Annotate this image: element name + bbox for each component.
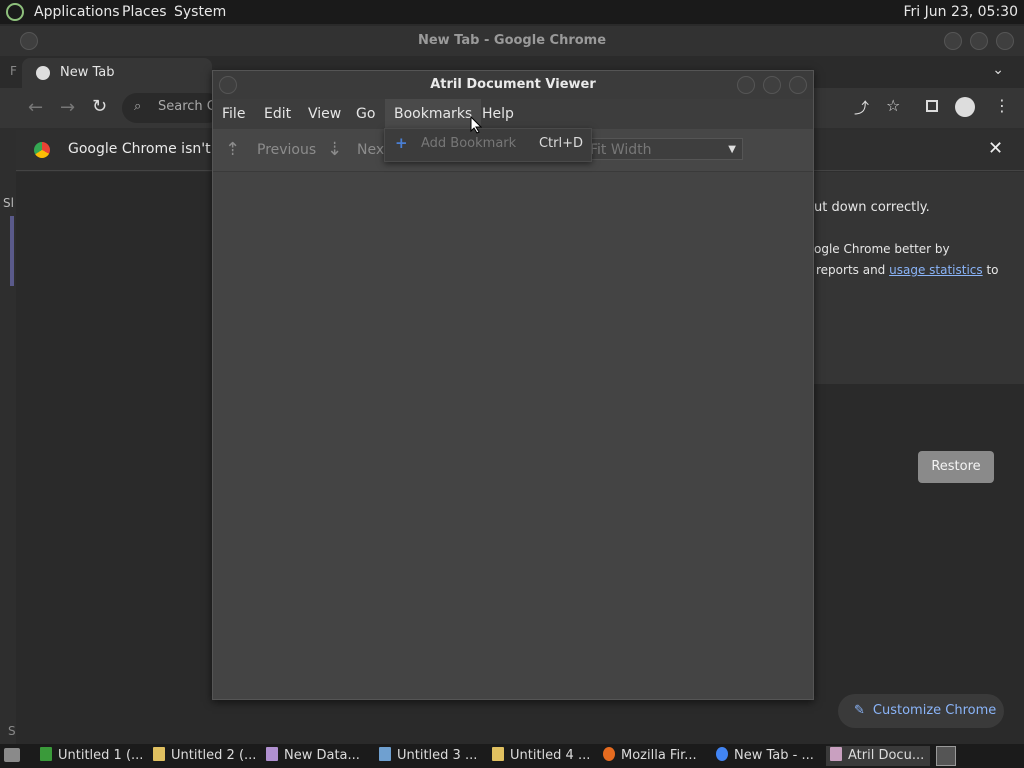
taskbar-item-untitled-1[interactable]: Untitled 1 (... — [40, 746, 143, 766]
pencil-icon: ✎ — [854, 703, 865, 718]
add-bookmark-label: Add Bookmark — [421, 136, 517, 151]
atril-window-title: Atril Document Viewer — [430, 77, 596, 92]
menu-edit[interactable]: Edit — [255, 99, 300, 129]
customize-chrome-button[interactable]: ✎ Customize Chrome — [838, 694, 1004, 728]
document-icon — [153, 747, 165, 761]
tab-title: New Tab — [60, 65, 115, 80]
add-bookmark-shortcut: Ctrl+D — [538, 136, 583, 151]
chrome-icon — [36, 66, 50, 80]
menu-go[interactable]: Go — [347, 99, 384, 129]
side-scroll-indicator — [10, 216, 14, 286]
chrome-titlebar[interactable]: New Tab - Google Chrome — [0, 26, 1024, 56]
menu-file[interactable]: File — [213, 99, 254, 129]
taskbar-item-untitled-4[interactable]: Untitled 4 ... — [492, 746, 590, 766]
document-view[interactable] — [213, 172, 813, 699]
menu-bookmarks[interactable]: Bookmarks — [385, 99, 482, 129]
add-icon: + — [395, 134, 408, 152]
close-button[interactable] — [996, 32, 1014, 50]
metrics-message-2: reports and usage statistics to — [816, 263, 999, 277]
top-panel: Applications Places System Fri Jun 23, 0… — [0, 0, 1024, 24]
next-icon[interactable]: ⇣ — [327, 129, 342, 171]
firefox-icon — [603, 747, 615, 761]
metrics-message: ogle Chrome better by — [814, 242, 950, 256]
minimize-button[interactable] — [944, 32, 962, 50]
places-menu[interactable]: Places — [122, 4, 167, 20]
atril-menubar: File Edit View Go Bookmarks Help — [213, 99, 813, 129]
database-icon — [266, 747, 278, 761]
atril-close-button[interactable] — [789, 76, 807, 94]
back-icon[interactable]: ← — [28, 97, 43, 118]
side-panel-icon[interactable] — [926, 100, 938, 112]
workspace-switcher[interactable] — [936, 746, 956, 766]
share-icon[interactable]: ⤴ — [854, 97, 869, 118]
chrome-logo-icon — [34, 142, 50, 158]
window-menu-button[interactable] — [20, 32, 38, 50]
profile-avatar-icon[interactable] — [955, 97, 975, 117]
restore-card: ut down correctly. ogle Chrome better by… — [814, 172, 1024, 384]
kebab-menu-icon[interactable]: ⋮ — [994, 96, 1010, 115]
mouse-cursor-icon — [470, 116, 482, 134]
customize-label: Customize Chrome — [872, 703, 997, 718]
taskbar-item-untitled-3[interactable]: Untitled 3 ... — [379, 746, 477, 766]
system-menu[interactable]: System — [174, 4, 226, 20]
taskbar-item-new-database[interactable]: New Data... — [266, 746, 360, 766]
writer-icon — [379, 747, 391, 761]
spreadsheet-icon — [40, 747, 52, 761]
window-title: New Tab - Google Chrome — [417, 33, 607, 48]
tab-new-tab[interactable]: New Tab — [22, 58, 212, 88]
bookmarks-dropdown: + Add Bookmark Ctrl+D — [384, 128, 592, 162]
close-infobar-icon[interactable]: ✕ — [988, 138, 1003, 159]
applications-menu[interactable]: Applications — [34, 4, 120, 20]
atril-icon — [830, 747, 842, 761]
zoom-value: Fit Width — [590, 142, 652, 158]
left-edge-label: Sl — [3, 196, 14, 210]
atril-window-menu-button[interactable] — [219, 76, 237, 94]
omnibox-placeholder: Search G — [158, 99, 217, 114]
mate-logo-icon[interactable] — [6, 3, 24, 21]
atril-maximize-button[interactable] — [763, 76, 781, 94]
menu-view[interactable]: View — [299, 99, 350, 129]
taskbar: Untitled 1 (... Untitled 2 (... New Data… — [0, 744, 1024, 768]
forward-icon[interactable]: → — [60, 97, 75, 118]
tab-search-chevron-icon[interactable]: ⌄ — [992, 62, 1004, 78]
add-bookmark-item[interactable]: + Add Bookmark Ctrl+D — [385, 129, 591, 161]
document-icon — [492, 747, 504, 761]
search-icon: ⌕ — [134, 99, 142, 114]
taskbar-item-atril[interactable]: Atril Docu... — [826, 746, 930, 766]
chrome-icon — [716, 747, 728, 761]
left-edge-label: F — [10, 64, 17, 78]
show-desktop-icon[interactable] — [4, 748, 20, 762]
infobar-text: Google Chrome isn't yo — [68, 141, 232, 157]
zoom-select[interactable]: Fit Width ▼ — [583, 138, 743, 160]
restore-button[interactable]: Restore — [918, 451, 994, 483]
reload-icon[interactable]: ↻ — [92, 96, 107, 117]
taskbar-item-firefox[interactable]: Mozilla Fir... — [603, 746, 697, 766]
left-edge-label: S — [8, 724, 16, 738]
clock[interactable]: Fri Jun 23, 05:30 — [903, 4, 1018, 20]
maximize-button[interactable] — [970, 32, 988, 50]
atril-minimize-button[interactable] — [737, 76, 755, 94]
atril-window: Atril Document Viewer File Edit View Go … — [212, 70, 814, 700]
taskbar-item-untitled-2[interactable]: Untitled 2 (... — [153, 746, 256, 766]
previous-button[interactable]: Previous — [257, 129, 316, 171]
atril-titlebar[interactable]: Atril Document Viewer — [213, 71, 813, 99]
omnibox[interactable]: ⌕ Search G — [122, 93, 222, 123]
previous-icon[interactable]: ⇡ — [225, 129, 240, 171]
dropdown-arrow-icon: ▼ — [728, 144, 736, 155]
restore-message: ut down correctly. — [814, 200, 930, 215]
usage-statistics-link[interactable]: usage statistics — [889, 263, 983, 277]
taskbar-item-chrome[interactable]: New Tab - ... — [716, 746, 814, 766]
bookmark-star-icon[interactable]: ☆ — [886, 96, 900, 115]
